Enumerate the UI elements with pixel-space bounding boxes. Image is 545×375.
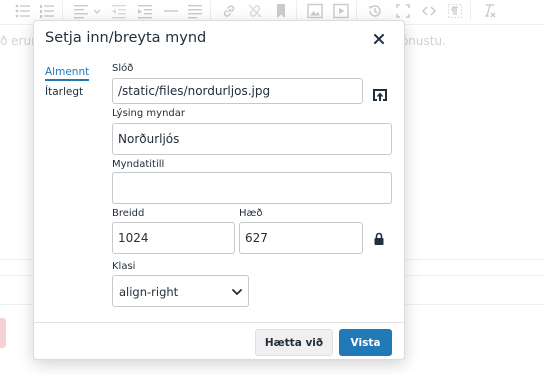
browse-icon[interactable] [367,82,393,108]
description-label: Lýsing myndar [112,108,186,119]
width-field[interactable] [112,222,235,254]
title-field[interactable] [112,172,392,204]
dialog-title: Setja inn/breyta mynd [45,30,207,46]
height-field[interactable] [239,222,363,254]
class-select[interactable]: align-right [112,275,249,307]
lock-icon[interactable] [371,231,387,247]
chevron-down-icon [231,286,243,298]
description-field[interactable] [112,123,392,155]
title-label: Myndatitill [112,159,165,170]
height-label: Hæð [239,208,263,219]
close-icon[interactable] [371,31,387,47]
tab-advanced[interactable]: Ítarlegt [45,86,83,98]
class-label: Klasi [112,261,136,272]
dialog-footer-divider [34,322,404,323]
source-label: Slóð [112,63,134,74]
class-select-value: align-right [119,285,179,299]
cancel-button[interactable]: Hætta við [255,329,333,356]
image-dialog: Setja inn/breyta mynd Almennt Ítarlegt S… [33,20,405,360]
width-label: Breidd [112,208,145,219]
save-button[interactable]: Vista [339,329,392,356]
tab-general[interactable]: Almennt [45,66,90,81]
source-field[interactable] [112,78,363,104]
